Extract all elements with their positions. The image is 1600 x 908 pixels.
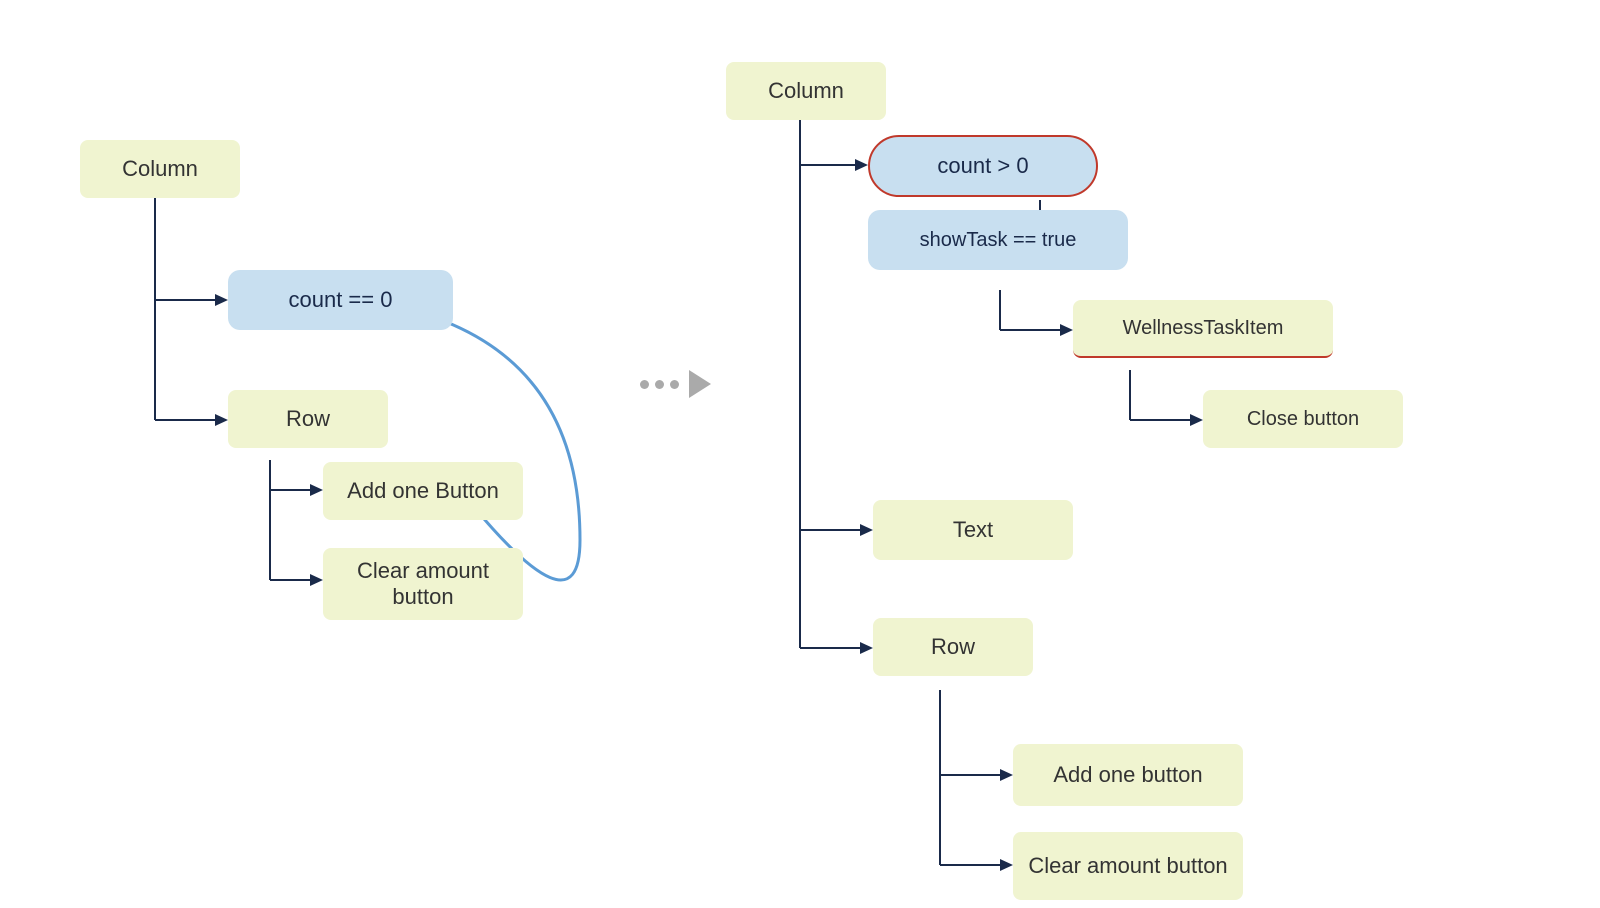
right-wellness-task-node: WellnessTaskItem (1073, 300, 1333, 358)
diagram-lines (0, 0, 1600, 908)
right-show-task-node: showTask == true (868, 210, 1128, 270)
right-clear-amount-node: Clear amount button (1013, 832, 1243, 900)
left-count-eq-0-node: count == 0 (228, 270, 453, 330)
diagram-container: Column count == 0 Row Add one Button Cle… (0, 0, 1600, 908)
left-clear-amount-node: Clear amount button (323, 548, 523, 620)
right-add-one-node: Add one button (1013, 744, 1243, 806)
right-row-node: Row (873, 618, 1033, 676)
left-column-node: Column (80, 140, 240, 198)
right-close-button-node: Close button (1203, 390, 1403, 448)
transition-dots (640, 370, 711, 398)
right-text-node: Text (873, 500, 1073, 560)
right-count-gt-0-node: count > 0 (868, 135, 1098, 197)
left-row-node: Row (228, 390, 388, 448)
right-column-node: Column (726, 62, 886, 120)
left-add-one-node: Add one Button (323, 462, 523, 520)
